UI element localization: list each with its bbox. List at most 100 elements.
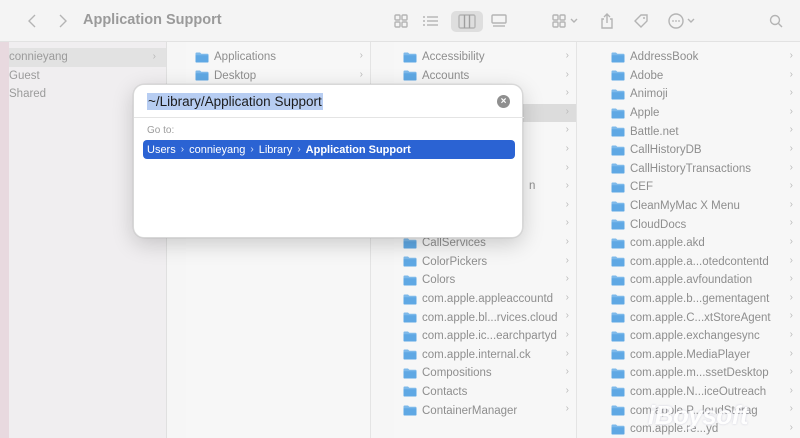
folder-icon xyxy=(611,52,625,63)
chevron-right-icon: › xyxy=(565,347,569,359)
list-item[interactable]: com.apple.akd › xyxy=(600,234,800,253)
list-item-label: CallServices xyxy=(422,237,486,250)
list-item[interactable]: com.apple.ic...earchpartyd › xyxy=(394,327,576,346)
path-suggestion[interactable]: Users › connieyang › Library › Applicati… xyxy=(143,140,515,159)
list-item[interactable]: com.apple.bl...rvices.cloud › xyxy=(394,308,576,327)
forward-button[interactable] xyxy=(56,11,70,31)
clear-icon[interactable]: × xyxy=(497,95,510,108)
sidebar-item-guest[interactable]: Guest xyxy=(9,67,166,86)
chevron-right-icon: › xyxy=(565,105,569,117)
list-item[interactable]: CloudDocs › xyxy=(600,215,800,234)
list-item-label: com.apple.exchangesync xyxy=(630,330,760,343)
path-field[interactable]: ~/Library/Application Support × xyxy=(134,85,524,118)
grid-icon xyxy=(394,14,408,28)
folder-icon xyxy=(611,201,625,212)
list-item[interactable]: Desktop › xyxy=(186,67,370,86)
folder-icon xyxy=(611,368,625,379)
list-item[interactable]: Accounts › xyxy=(394,67,576,86)
list-item[interactable]: com.apple.appleaccountd › xyxy=(394,290,576,309)
list-item[interactable]: com.apple.b...gementagent › xyxy=(600,290,800,309)
list-item[interactable]: com.apple.a...otedcontentd › xyxy=(600,253,800,272)
list-item-label: CallHistoryTransactions xyxy=(630,162,751,175)
list-item[interactable]: com.apple.m...ssetDesktop › xyxy=(600,364,800,383)
gallery-view-button[interactable] xyxy=(489,11,509,31)
folder-icon xyxy=(195,52,209,63)
desktop-edge xyxy=(0,0,9,438)
search-icon xyxy=(769,14,783,28)
chevron-left-icon xyxy=(28,14,36,28)
folder-icon xyxy=(403,275,417,286)
list-item[interactable]: Applications › xyxy=(186,48,370,67)
folder-icon xyxy=(403,294,417,305)
columns-icon xyxy=(458,14,476,29)
list-item[interactable]: ColorPickers › xyxy=(394,253,576,272)
sidebar-item-connieyang[interactable]: connieyang › xyxy=(9,48,166,67)
list-item[interactable]: Contacts › xyxy=(394,383,576,402)
more-actions-button[interactable] xyxy=(667,11,699,31)
list-item[interactable]: com.apple.internal.ck › xyxy=(394,346,576,365)
list-item-label: Adobe xyxy=(630,69,664,82)
breadcrumb-connieyang: connieyang xyxy=(189,143,246,156)
folder-icon xyxy=(403,331,417,342)
path-input[interactable]: ~/Library/Application Support xyxy=(147,93,323,110)
breadcrumb-library: Library xyxy=(258,143,293,156)
list-item-label: Accounts xyxy=(422,69,470,82)
chevron-right-icon: › xyxy=(789,142,793,154)
chevron-right-icon: › xyxy=(565,161,569,173)
list-item[interactable]: CallHistoryDB › xyxy=(600,141,800,160)
gallery-icon xyxy=(491,14,507,27)
list-item[interactable]: com.apple.exchangesync › xyxy=(600,327,800,346)
chevron-right-icon: › xyxy=(789,384,793,396)
share-button[interactable] xyxy=(597,11,617,31)
folder-icon xyxy=(611,294,625,305)
list-item[interactable]: CEF › xyxy=(600,178,800,197)
tag-button[interactable] xyxy=(631,11,651,31)
chevron-right-icon: › xyxy=(565,403,569,415)
icon-view-button[interactable] xyxy=(392,11,410,31)
list-item[interactable]: Battle.net › xyxy=(600,122,800,141)
folder-icon xyxy=(611,108,625,119)
list-item[interactable]: AddressBook › xyxy=(600,48,800,67)
list-item-label: ColorPickers xyxy=(422,255,488,268)
chevron-right-icon: › xyxy=(565,291,569,303)
chevron-right-icon: › xyxy=(565,310,569,322)
chevron-right-icon: › xyxy=(565,366,569,378)
sidebar-item-label: Shared xyxy=(9,88,47,101)
list-item[interactable]: com.apple.C...xtStoreAgent › xyxy=(600,308,800,327)
list-item[interactable]: com.apple.avfoundation › xyxy=(600,271,800,290)
folder-icon xyxy=(611,126,625,137)
folder-icon xyxy=(611,424,625,435)
list-item-label: com.apple.a...otedcontentd xyxy=(630,255,769,268)
list-item[interactable]: Adobe › xyxy=(600,67,800,86)
chevron-right-icon: › xyxy=(359,50,363,61)
list-item[interactable]: CleanMyMac X Menu › xyxy=(600,197,800,216)
list-view-button[interactable] xyxy=(421,11,441,31)
list-item[interactable]: CallHistoryTransactions › xyxy=(600,160,800,179)
list-item-label: Colors xyxy=(422,274,456,287)
chevron-right-icon: › xyxy=(789,198,793,210)
chevron-right-icon: › xyxy=(565,142,569,154)
list-item[interactable]: com.apple.MediaPlayer › xyxy=(600,346,800,365)
column-view-button[interactable] xyxy=(451,11,483,32)
folder-icon xyxy=(403,256,417,267)
folder-icon xyxy=(611,349,625,360)
list-item-label: CleanMyMac X Menu xyxy=(630,200,740,213)
list-item-label: com.apple.b...gementagent xyxy=(630,293,770,306)
search-button[interactable] xyxy=(767,11,785,31)
group-button[interactable] xyxy=(551,11,583,31)
list-item[interactable]: Apple › xyxy=(600,104,800,123)
list-item[interactable]: com.apple.N...iceOutreach › xyxy=(600,383,800,402)
chevron-right-icon: › xyxy=(789,235,793,247)
chevron-right-icon: › xyxy=(565,235,569,247)
list-item[interactable]: ContainerManager › xyxy=(394,401,576,420)
folder-icon xyxy=(403,405,417,416)
list-item[interactable]: Animoji › xyxy=(600,85,800,104)
list-item-label: Apple xyxy=(630,107,660,120)
list-item[interactable]: Colors › xyxy=(394,271,576,290)
chevron-right-icon: › xyxy=(789,161,793,173)
list-item[interactable]: Compositions › xyxy=(394,364,576,383)
list-item-label: Contacts xyxy=(422,385,468,398)
chevron-right-icon: › xyxy=(359,68,363,80)
list-item[interactable]: Accessibility › xyxy=(394,48,576,67)
back-button[interactable] xyxy=(25,11,39,31)
